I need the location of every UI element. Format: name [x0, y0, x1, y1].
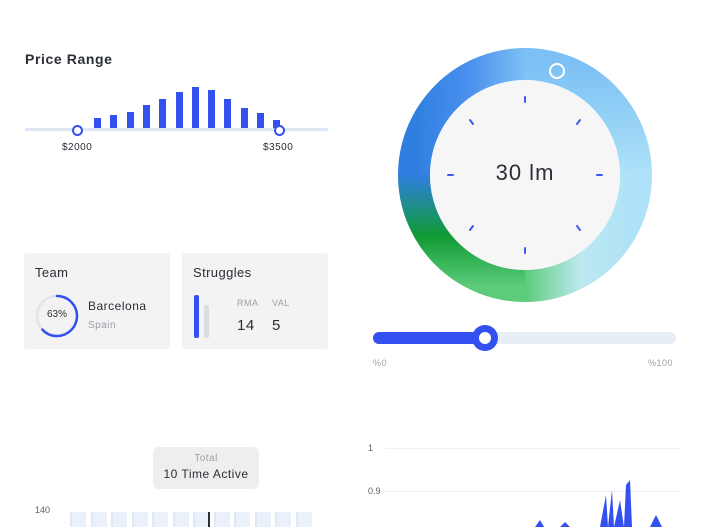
activity-column — [254, 512, 271, 527]
team-card[interactable]: Team 63% Barcelona Spain — [24, 253, 170, 349]
line-chart-spikes — [535, 480, 662, 527]
line-y-tick-1: 1 — [368, 443, 374, 453]
stat-value-rma: 14 — [237, 317, 255, 334]
price-max-label: $3500 — [263, 142, 294, 153]
activity-tooltip: Total 10 Time Active — [153, 447, 259, 489]
slider-max-label: %100 — [648, 358, 674, 368]
struggles-card[interactable]: Struggles RMA 14 VAL 5 — [182, 253, 328, 349]
price-histogram-bar — [142, 105, 150, 130]
stat-value-val: 5 — [272, 317, 281, 334]
tooltip-title: Total — [194, 453, 218, 464]
slider-handle-center — [479, 332, 492, 344]
line-grid-1 — [385, 448, 681, 449]
price-histogram-bar — [159, 99, 167, 130]
struggles-bar-primary — [194, 295, 199, 338]
activity-column — [90, 512, 107, 527]
slider-min-label: %0 — [373, 358, 388, 368]
activity-column — [234, 512, 250, 527]
price-min-handle[interactable] — [72, 125, 83, 136]
activity-column — [70, 512, 86, 527]
activity-columns — [70, 512, 320, 527]
line-y-tick-0-9: 0.9 — [368, 486, 381, 496]
price-histogram-bar — [191, 87, 199, 130]
team-percent-label: 63% — [46, 309, 67, 320]
activity-column — [275, 512, 291, 527]
dial-value: 30 lm — [495, 160, 555, 185]
price-histogram-bar — [175, 92, 183, 130]
tooltip-value: 10 Time Active — [163, 467, 249, 481]
activity-column — [152, 512, 168, 527]
price-max-handle[interactable] — [274, 125, 285, 136]
struggles-card-title: Struggles — [193, 265, 252, 280]
team-card-title: Team — [35, 265, 69, 280]
activity-column — [213, 512, 230, 527]
activity-column — [131, 512, 148, 527]
team-country: Spain — [88, 320, 117, 331]
stat-label-rma: RMA — [237, 298, 259, 308]
price-histogram — [25, 80, 328, 130]
price-histogram-bar — [224, 99, 232, 130]
activity-cursor-line — [208, 512, 210, 527]
activity-column — [172, 512, 189, 527]
price-min-label: $2000 — [62, 142, 93, 153]
activity-column — [111, 512, 127, 527]
team-name: Barcelona — [88, 299, 147, 313]
slider-fill — [373, 332, 486, 344]
activity-column — [295, 512, 312, 527]
price-range-title: Price Range — [25, 51, 113, 67]
struggles-bar-secondary — [204, 305, 209, 338]
activity-column — [193, 512, 209, 527]
activity-y-tick: 140 — [35, 505, 51, 515]
price-histogram-bar — [208, 90, 216, 130]
stat-label-val: VAL — [272, 298, 290, 308]
price-histogram-bar — [240, 108, 248, 130]
